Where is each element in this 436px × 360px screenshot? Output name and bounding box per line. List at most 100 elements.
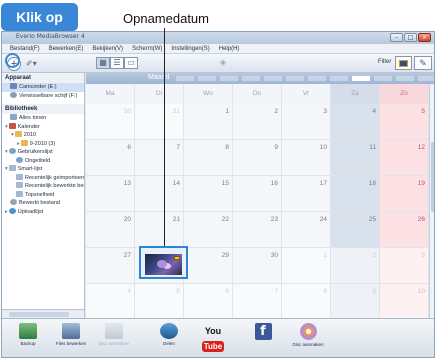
calendar-day-cell[interactable]: 3 bbox=[380, 248, 429, 284]
sidebar-item[interactable]: ▾ 2010 bbox=[2, 131, 84, 140]
sidebar-item[interactable]: Bewerkt bestand bbox=[2, 199, 84, 208]
calendar-day-cell[interactable]: 15 bbox=[184, 176, 233, 212]
sidebar-item[interactable]: ▸ Uploadlijst bbox=[2, 207, 84, 217]
timeline-segment[interactable] bbox=[198, 76, 216, 81]
minimize-button[interactable]: – bbox=[390, 33, 403, 42]
menu-edit[interactable]: Bewerken(E) bbox=[49, 44, 84, 53]
timeline-segment[interactable] bbox=[220, 76, 238, 81]
timeline-segment[interactable] bbox=[418, 76, 434, 81]
calendar-day-cell[interactable]: 3 bbox=[282, 104, 331, 140]
sidebar-item[interactable]: ▾ Kalender bbox=[2, 122, 84, 132]
timeline-segment[interactable] bbox=[374, 76, 392, 81]
thumbnail-view-icon[interactable]: ▦ bbox=[96, 57, 110, 69]
expand-arrow-icon[interactable]: ▾ bbox=[11, 132, 14, 138]
calendar-day-cell[interactable]: 19 bbox=[380, 176, 429, 212]
youtube-button[interactable]: You Tube bbox=[195, 322, 231, 356]
edit-files-button[interactable]: Files bewerken bbox=[53, 322, 89, 356]
zoom-slider-icon[interactable]: ◈ bbox=[214, 57, 232, 69]
expand-arrow-icon[interactable]: ▾ bbox=[5, 166, 8, 172]
sidebar-item[interactable]: ▾ Gebruikerslijst bbox=[2, 148, 84, 157]
calendar-day-cell[interactable]: 4 bbox=[331, 104, 380, 140]
sidebar-item[interactable]: ▾ Smart-lijst bbox=[2, 165, 84, 174]
scrollbar-thumb[interactable] bbox=[431, 142, 434, 212]
backup-button[interactable]: Backup bbox=[10, 322, 46, 356]
calendar-vertical-scrollbar[interactable] bbox=[429, 84, 434, 320]
calendar-day-cell[interactable]: 21 bbox=[135, 212, 184, 248]
calendar-day-cell[interactable]: 8 bbox=[184, 140, 233, 176]
calendar-day-cell[interactable]: 9 bbox=[233, 140, 282, 176]
sidebar-item[interactable]: Recentelijk geimporteerd bbox=[2, 173, 84, 183]
expand-arrow-icon[interactable]: ▾ bbox=[5, 149, 8, 155]
tools-menu-icon[interactable]: ✐▾ bbox=[26, 59, 37, 68]
timeline-segment[interactable] bbox=[264, 76, 282, 81]
calendar-day-cell[interactable]: 4 bbox=[86, 284, 135, 320]
timeline-segment[interactable] bbox=[176, 76, 194, 81]
calendar-day-cell[interactable]: 5 bbox=[380, 104, 429, 140]
video-thumbnail[interactable] bbox=[139, 246, 188, 279]
filter-icon[interactable] bbox=[395, 56, 412, 70]
create-disc-button[interactable]: Disc aanmaken bbox=[290, 322, 326, 356]
calendar-day-cell[interactable]: 1 bbox=[184, 104, 233, 140]
sidebar-item[interactable]: Topsnelheid bbox=[2, 190, 84, 200]
calendar-day-cell[interactable]: 17 bbox=[282, 176, 331, 212]
calendar-day-cell[interactable]: 11 bbox=[331, 140, 380, 176]
calendar-day-cell[interactable]: 25 bbox=[331, 212, 380, 248]
scrollbar-thumb[interactable] bbox=[9, 312, 69, 317]
sidebar-item[interactable]: Verwisselbare schijf (F:) bbox=[2, 91, 84, 101]
calendar-day-cell[interactable]: 29 bbox=[184, 248, 233, 284]
timeline-segment[interactable] bbox=[308, 76, 326, 81]
calendar-day-cell[interactable]: 18 bbox=[331, 176, 380, 212]
single-view-icon[interactable]: ▭ bbox=[124, 57, 138, 69]
calendar-day-cell[interactable]: 6 bbox=[86, 140, 135, 176]
menu-help[interactable]: Help(H) bbox=[219, 44, 240, 53]
expand-arrow-icon[interactable]: ▾ bbox=[5, 124, 8, 130]
timeline-segment[interactable] bbox=[396, 76, 414, 81]
calendar-day-cell[interactable]: 7 bbox=[135, 140, 184, 176]
calendar-day-cell[interactable]: 23 bbox=[233, 212, 282, 248]
menu-file[interactable]: Bestand(F) bbox=[10, 44, 40, 53]
calendar-day-cell[interactable]: 20 bbox=[86, 212, 135, 248]
facebook-button[interactable]: f bbox=[245, 322, 281, 356]
calendar-day-cell[interactable]: 24 bbox=[282, 212, 331, 248]
menu-view[interactable]: Bekijken(V) bbox=[92, 44, 123, 53]
calendar-day-cell[interactable]: 6 bbox=[184, 284, 233, 320]
calendar-day-cell[interactable]: 30 bbox=[86, 104, 135, 140]
timeline-segment[interactable] bbox=[286, 76, 304, 81]
edit-menu-icon[interactable]: ✎ bbox=[414, 56, 432, 70]
list-view-icon[interactable]: ☰ bbox=[110, 57, 124, 69]
calendar-day-cell[interactable]: 2 bbox=[233, 104, 282, 140]
calendar-day-cell[interactable]: 12 bbox=[380, 140, 429, 176]
calendar-day-cell[interactable]: 27 bbox=[86, 248, 135, 284]
collapse-arrow-icon[interactable]: ▸ bbox=[5, 209, 8, 215]
timeline-segment[interactable] bbox=[330, 76, 348, 81]
calendar-day-cell[interactable]: 2 bbox=[331, 248, 380, 284]
calendar-day-cell[interactable]: 22 bbox=[184, 212, 233, 248]
calendar-day-cell[interactable]: 7 bbox=[233, 284, 282, 320]
calendar-day-cell[interactable]: 8 bbox=[282, 284, 331, 320]
menu-settings[interactable]: Instellingen(S) bbox=[171, 44, 209, 53]
calendar-day-cell[interactable]: 1 bbox=[282, 248, 331, 284]
calendar-day-cell[interactable]: 31 bbox=[135, 104, 184, 140]
calendar-day-cell[interactable]: 16 bbox=[233, 176, 282, 212]
calendar-day-cell[interactable]: 30 bbox=[233, 248, 282, 284]
sidebar-item[interactable]: Recentelijk bewerkte bestanden bbox=[2, 182, 84, 191]
calendar-day-cell[interactable]: 9 bbox=[331, 284, 380, 320]
month-timeline[interactable] bbox=[176, 76, 434, 81]
menu-screen[interactable]: Scherm(W) bbox=[132, 44, 162, 53]
calendar-day-cell[interactable]: 26 bbox=[380, 212, 429, 248]
sidebar-horizontal-scrollbar[interactable] bbox=[2, 309, 85, 318]
collapse-arrow-icon[interactable]: ▸ bbox=[17, 141, 20, 147]
calendar-day-cell[interactable]: 10 bbox=[282, 140, 331, 176]
calendar-day-cell[interactable]: 14 bbox=[135, 176, 184, 212]
maximize-button[interactable]: □ bbox=[404, 33, 417, 42]
sidebar-item[interactable]: Alles tonen bbox=[2, 114, 84, 123]
sidebar-item[interactable]: Ongetiteld bbox=[2, 156, 84, 166]
disc-button[interactable]: Disc aanmaken bbox=[96, 322, 132, 356]
sidebar-item[interactable]: ▸ 9-2010 (3) bbox=[2, 139, 84, 149]
close-button[interactable]: × bbox=[418, 33, 431, 42]
calendar-day-cell[interactable]: 5 bbox=[135, 284, 184, 320]
share-button[interactable]: Delen bbox=[151, 322, 187, 356]
sidebar-item[interactable]: Camcorder (E:) bbox=[2, 83, 84, 92]
timeline-segment[interactable] bbox=[242, 76, 260, 81]
calendar-day-cell[interactable]: 10 bbox=[380, 284, 429, 320]
